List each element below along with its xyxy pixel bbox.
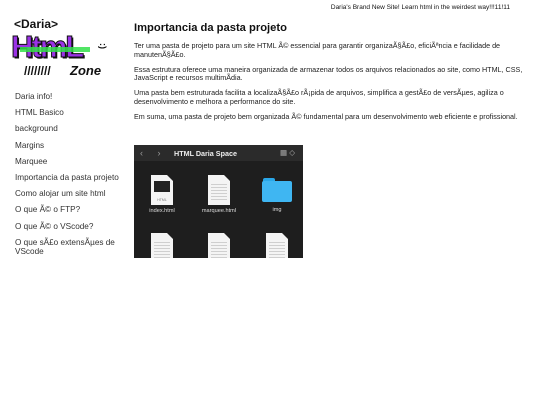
sidebar-item-ftp[interactable]: O que Ã© o FTP? — [15, 205, 127, 214]
finder-window-title: HTML Daria Space — [174, 149, 237, 158]
paragraph-1: Ter uma pasta de projeto para um site HT… — [134, 41, 501, 59]
finder-screenshot-image: ‹ › HTML Daria Space ▦ ◇ HTML index.html… — [134, 145, 303, 258]
page-title: Importancia da pasta projeto — [134, 22, 287, 34]
sidebar-item-vscode[interactable]: O que Ã© o VScode? — [15, 222, 127, 231]
folder-img: img — [254, 175, 300, 213]
html-document-icon: HTML — [151, 175, 173, 205]
file-item — [139, 233, 185, 258]
sidebar-item-margins[interactable]: Margins — [15, 141, 127, 150]
folder-name: img — [272, 207, 282, 213]
sidebar-item-marquee[interactable]: Marquee — [15, 157, 127, 166]
site-banner: Daria's Brand New Site! Learn html in th… — [330, 4, 510, 11]
paragraph-3: Uma pasta bem estruturada facilita a loc… — [134, 88, 504, 106]
file-name: index.html — [149, 208, 175, 214]
file-item — [196, 233, 242, 258]
logo-zone-text: Zone — [69, 63, 101, 78]
finder-view-mode-icon: ▦ ◇ — [280, 148, 295, 157]
document-icon — [208, 175, 230, 205]
document-badge: HTML — [157, 198, 167, 202]
document-icon — [208, 233, 230, 258]
sidebar-item-html-basico[interactable]: HTML Basico — [15, 108, 127, 117]
sidebar-item-daria-info[interactable]: Daria info! — [15, 92, 127, 101]
folder-icon — [262, 178, 292, 202]
sidebar-item-importancia-pasta[interactable]: Importancia da pasta projeto — [15, 173, 127, 182]
finder-toolbar: ‹ › HTML Daria Space ▦ ◇ — [134, 145, 303, 161]
file-marquee-html: marquee.html — [196, 175, 242, 214]
document-icon — [266, 233, 288, 258]
document-icon — [151, 233, 173, 258]
main-content: Importancia da pasta projeto Ter uma pas… — [134, 22, 526, 128]
sidebar-item-alojar-site[interactable]: Como alojar um site html — [15, 189, 127, 198]
sidebar-nav: Daria info! HTML Basico background Margi… — [15, 92, 127, 263]
paragraph-2: Essa estrutura oferece uma maneira organ… — [134, 64, 523, 83]
logo-green-band — [20, 47, 90, 52]
paragraph-4: Em suma, uma pasta de projeto bem organi… — [134, 111, 518, 121]
sidebar-item-vscode-extensions[interactable]: O que sÃ£o extensÃµes de VScode — [15, 238, 127, 257]
logo-word-fill: HtmL — [11, 29, 83, 64]
daria-html-zone-logo[interactable]: <Daria> HtmL HtmL :) //////// Zone — [10, 17, 114, 79]
finder-back-forward-icon: ‹ › — [140, 148, 167, 158]
logo-smile-text: :) — [98, 43, 108, 49]
file-index-html: HTML index.html — [139, 175, 185, 214]
file-name: marquee.html — [201, 208, 237, 214]
file-item — [254, 233, 300, 258]
logo-slashes-text: //////// — [24, 64, 51, 78]
sidebar-item-background[interactable]: background — [15, 124, 127, 133]
